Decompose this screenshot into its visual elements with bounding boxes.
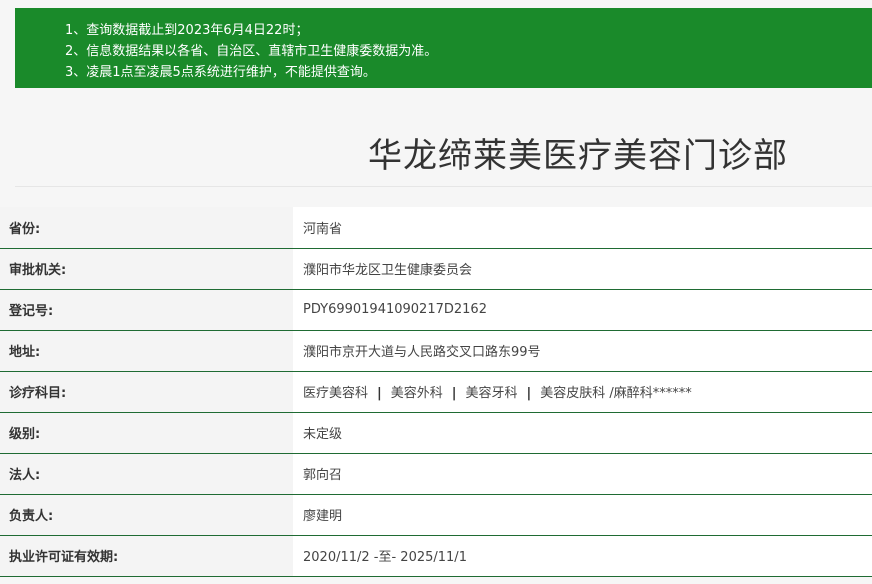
registration-label: 登记号: <box>0 289 293 331</box>
notice-item-3: 3、凌晨1点至凌晨5点系统进行维护，不能提供查询。 <box>65 65 376 80</box>
subject-separator: | <box>377 386 382 401</box>
legal-person-value: 郭向召 <box>293 453 872 495</box>
subject-item: 美容牙科 <box>465 386 518 401</box>
notice-item-1: 1、查询数据截止到2023年6月4日22时； <box>65 23 309 38</box>
institution-info-table: 省份: 河南省 审批机关: 濮阳市华龙区卫生健康委员会 登记号: PDY6990… <box>0 207 872 577</box>
page-title: 华龙缔莱美医疗美容门诊部 <box>368 136 788 176</box>
notice-banner: 1、查询数据截止到2023年6月4日22时； 2、信息数据结果以各省、自治区、直… <box>15 8 872 88</box>
principal-value: 廖建明 <box>293 494 872 536</box>
table-row-registration: 登记号: PDY69901941090217D2162 <box>0 289 872 331</box>
table-row-authority: 审批机关: 濮阳市华龙区卫生健康委员会 <box>0 248 872 290</box>
notice-list: 1、查询数据截止到2023年6月4日22时； 2、信息数据结果以各省、自治区、直… <box>65 20 872 83</box>
title-section: 华龙缔莱美医疗美容门诊部 <box>15 118 872 187</box>
table-row-validity: 执业许可证有效期: 2020/11/2 -至- 2025/11/1 <box>0 535 872 577</box>
province-value: 河南省 <box>293 207 872 249</box>
subject-separator: | <box>451 386 457 401</box>
subject-separator: | <box>526 386 532 401</box>
address-label: 地址: <box>0 330 293 372</box>
authority-value: 濮阳市华龙区卫生健康委员会 <box>293 248 872 290</box>
table-row-level: 级别: 未定级 <box>0 412 872 454</box>
subjects-value: 医疗美容科 | 美容外科 | 美容牙科 | 美容皮肤科 /麻醉科****** <box>293 371 872 413</box>
level-value: 未定级 <box>293 412 872 454</box>
validity-label: 执业许可证有效期: <box>0 535 293 577</box>
table-row-province: 省份: 河南省 <box>0 207 872 249</box>
subject-item: 美容外科 <box>390 386 443 401</box>
legal-person-label: 法人: <box>0 453 293 495</box>
table-row-address: 地址: 濮阳市京开大道与人民路交叉口路东99号 <box>0 330 872 372</box>
principal-label: 负责人: <box>0 494 293 536</box>
subjects-label: 诊疗科目: <box>0 371 293 413</box>
table-row-legal-person: 法人: 郭向召 <box>0 453 872 495</box>
province-label: 省份: <box>0 207 293 249</box>
table-row-principal: 负责人: 廖建明 <box>0 494 872 536</box>
registration-value: PDY69901941090217D2162 <box>293 289 872 331</box>
level-label: 级别: <box>0 412 293 454</box>
validity-value: 2020/11/2 -至- 2025/11/1 <box>293 535 872 577</box>
notice-item-2: 2、信息数据结果以各省、自治区、直辖市卫生健康委数据为准。 <box>65 44 438 59</box>
table-row-subjects: 诊疗科目: 医疗美容科 | 美容外科 | 美容牙科 | 美容皮肤科 /麻醉科****** <box>0 371 872 413</box>
authority-label: 审批机关: <box>0 248 293 290</box>
subject-item: 医疗美容科 <box>303 386 369 401</box>
address-value: 濮阳市京开大道与人民路交叉口路东99号 <box>293 330 872 372</box>
subject-item: 美容皮肤科 /麻醉科****** <box>540 386 692 401</box>
